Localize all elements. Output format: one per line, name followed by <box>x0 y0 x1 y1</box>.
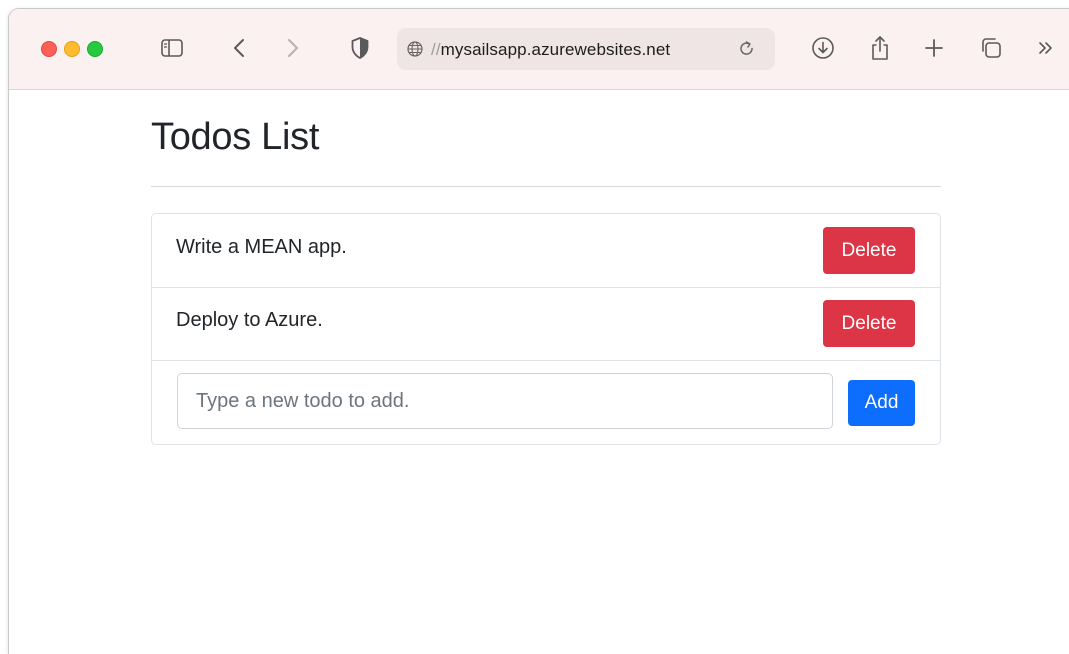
browser-window: //mysailsapp.azurewebsites.net Todos Lis… <box>8 8 1069 654</box>
delete-todo-button[interactable]: Delete <box>823 227 915 274</box>
todo-list: Write a MEAN app. Delete Deploy to Azure… <box>151 213 941 445</box>
todo-item: Deploy to Azure. Delete <box>152 287 940 361</box>
address-bar[interactable]: //mysailsapp.azurewebsites.net <box>397 28 775 70</box>
url-text: //mysailsapp.azurewebsites.net <box>431 40 670 60</box>
tabs-overview-icon[interactable] <box>977 33 1005 63</box>
add-todo-form: Add <box>152 360 940 444</box>
url-host: mysailsapp.azurewebsites.net <box>440 40 671 59</box>
browser-toolbar: //mysailsapp.azurewebsites.net <box>9 9 1069 90</box>
new-todo-input[interactable] <box>177 373 833 429</box>
page-title: Todos List <box>151 116 320 158</box>
forward-chevron-icon[interactable] <box>281 33 305 63</box>
page-content: Todos List Write a MEAN app. Delete Depl… <box>9 90 1069 654</box>
delete-todo-button[interactable]: Delete <box>823 300 915 347</box>
double-chevron-right-icon[interactable] <box>1035 33 1057 63</box>
close-window-button[interactable] <box>41 41 57 57</box>
shield-icon[interactable] <box>347 33 373 63</box>
download-icon[interactable] <box>809 33 837 63</box>
title-divider <box>151 186 941 187</box>
add-todo-button[interactable]: Add <box>848 380 915 426</box>
globe-icon <box>407 41 423 57</box>
todo-item: Write a MEAN app. Delete <box>152 214 940 288</box>
todo-text: Deploy to Azure. <box>176 309 323 331</box>
zoom-window-button[interactable] <box>87 41 103 57</box>
minimize-window-button[interactable] <box>64 41 80 57</box>
share-icon[interactable] <box>867 33 893 63</box>
back-chevron-icon[interactable] <box>227 33 251 63</box>
reload-icon[interactable] <box>737 39 757 59</box>
todo-text: Write a MEAN app. <box>176 236 347 258</box>
plus-icon[interactable] <box>921 33 947 63</box>
sidebar-icon[interactable] <box>157 33 187 63</box>
url-scheme: // <box>431 40 441 59</box>
